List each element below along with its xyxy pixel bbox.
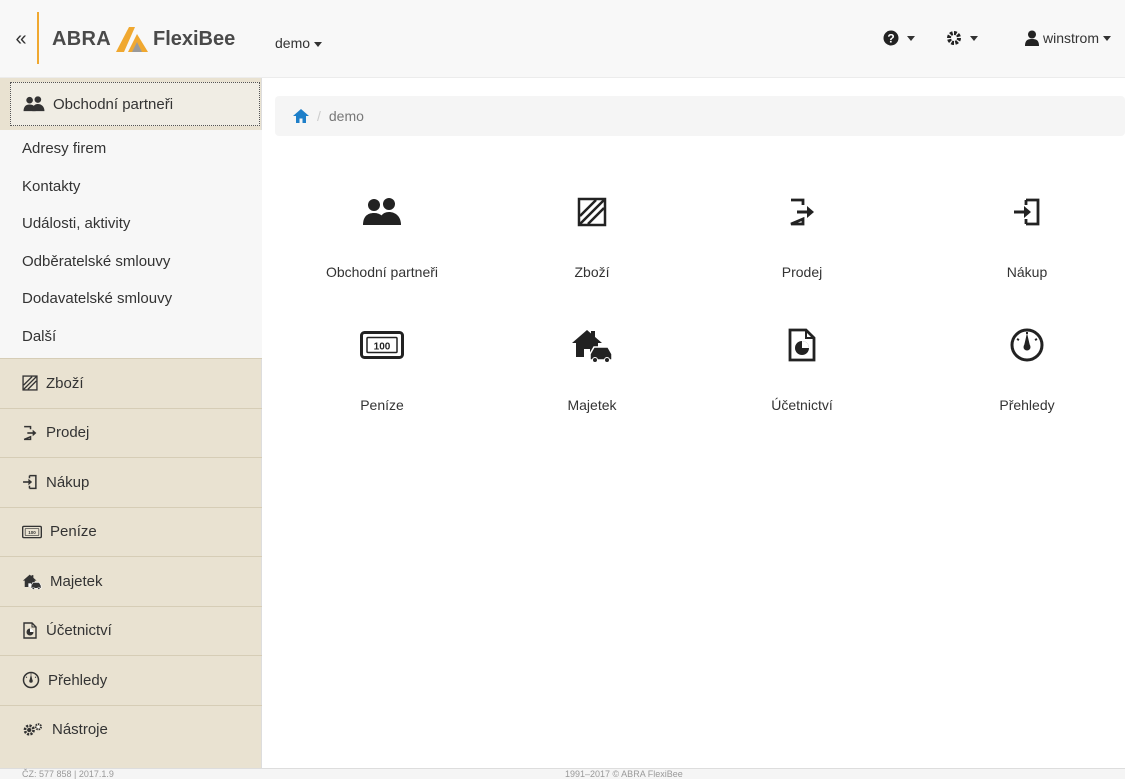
sidebar-item-ucetnictvi[interactable]: Účetnictví <box>0 605 262 656</box>
sidebar-item-nastroje[interactable]: Nástroje <box>0 704 262 755</box>
caret-down-icon <box>970 35 978 41</box>
tile-icon-wrap <box>267 325 497 365</box>
footer-copyright: 1991–2017 © ABRA FlexiBee <box>565 769 683 779</box>
tile-label: Peníze <box>360 397 404 413</box>
user-dropdown[interactable]: winstrom <box>1025 30 1112 46</box>
report-document-icon <box>22 622 38 639</box>
caret-down-icon <box>1103 35 1112 41</box>
caret-down-icon <box>907 35 915 41</box>
brand-mark-icon <box>115 27 148 52</box>
database-dropdown[interactable]: demo <box>275 35 323 51</box>
box-icon <box>577 197 607 227</box>
sidebar-item-zbozi[interactable]: Zboží <box>0 358 262 408</box>
username-label: winstrom <box>1043 30 1100 46</box>
breadcrumb-current: demo <box>328 108 364 124</box>
brand-flexibee-text: FlexiBee <box>152 27 236 50</box>
footer-version: ČZ: 577 858 | 2017.1.9 <box>22 769 114 779</box>
gear-icon <box>947 31 961 45</box>
cogs-icon <box>22 722 44 737</box>
sidebar-item-label: Peníze <box>50 523 97 541</box>
sidebar-item-label: Majetek <box>50 572 103 590</box>
brand-divider <box>37 12 39 64</box>
submenu-item-dalsi[interactable]: Další <box>0 318 262 356</box>
sidebar-item-label: Prodej <box>46 424 90 442</box>
brand-abra-text: ABRA <box>52 27 111 50</box>
tile-zbozi[interactable]: Zboží <box>477 192 707 280</box>
users-icon <box>23 96 45 112</box>
sign-out-icon <box>787 197 817 227</box>
sidebar-item-label: Přehledy <box>48 671 108 689</box>
home-icon[interactable] <box>293 109 309 123</box>
tile-obchodni-partneri[interactable]: Obchodní partneři <box>267 192 497 280</box>
tile-label: Obchodní partneři <box>325 264 439 280</box>
tile-icon-wrap <box>687 192 917 232</box>
dashboard-gauge-icon <box>22 671 40 689</box>
sign-in-icon <box>1012 197 1042 227</box>
sidebar-submenu: Adresy firem Kontakty Události, aktivity… <box>0 130 262 358</box>
question-circle-icon: ? <box>883 30 899 46</box>
submenu-item-odberatelske-smlouvy[interactable]: Odběratelské smlouvy <box>0 243 262 281</box>
submenu-item-udalosti[interactable]: Události, aktivity <box>0 205 262 243</box>
tile-label: Zboží <box>574 264 610 280</box>
money-icon <box>360 331 404 359</box>
breadcrumb-separator: / <box>317 108 321 124</box>
tile-icon-wrap <box>477 325 707 365</box>
tile-label: Účetnictví <box>771 397 833 413</box>
brand-logo[interactable]: ABRA FlexiBee <box>52 24 235 54</box>
sign-in-icon <box>22 474 38 490</box>
tile-ucetnictvi[interactable]: Účetnictví <box>687 325 917 413</box>
sidebar-item-nakup[interactable]: Nákup <box>0 457 262 507</box>
box-icon <box>22 375 38 391</box>
sidebar-item-label: Nákup <box>46 473 90 491</box>
tile-icon-wrap <box>912 325 1125 365</box>
report-document-icon <box>787 328 817 362</box>
database-label: demo <box>275 35 311 51</box>
tile-nakup[interactable]: Nákup <box>912 192 1125 280</box>
submenu-item-dodavatelske-smlouvy[interactable]: Dodavatelské smlouvy <box>0 280 262 318</box>
sidebar-item-majetek[interactable]: Majetek <box>0 556 262 606</box>
tile-prehledy[interactable]: Přehledy <box>912 325 1125 413</box>
tile-label: Majetek <box>567 397 617 413</box>
sidebar-item-label: Účetnictví <box>46 622 112 640</box>
submenu-item-kontakty[interactable]: Kontakty <box>0 168 262 206</box>
tile-label: Nákup <box>1006 264 1048 280</box>
tile-prodej[interactable]: Prodej <box>687 192 917 280</box>
user-icon <box>1025 30 1039 46</box>
svg-text:?: ? <box>887 32 894 46</box>
submenu-item-adresy-firem[interactable]: Adresy firem <box>0 130 262 168</box>
dashboard-gauge-icon <box>1009 327 1045 363</box>
sidebar-item-label: Nástroje <box>52 721 108 739</box>
sidebar-item-penize[interactable]: Peníze <box>0 506 262 557</box>
footer: ČZ: 577 858 | 2017.1.9 1991–2017 © ABRA … <box>0 768 1125 779</box>
tile-icon-wrap <box>687 325 917 365</box>
sign-out-icon <box>22 425 38 441</box>
house-car-icon <box>22 573 42 590</box>
sidebar-item-obchodni-partneri[interactable]: Obchodní partneři <box>10 82 260 126</box>
tile-label: Přehledy <box>999 397 1055 413</box>
sidebar-item-label: Obchodní partneři <box>53 95 174 113</box>
tile-majetek[interactable]: Majetek <box>477 325 707 413</box>
tile-label: Prodej <box>781 264 823 280</box>
tile-icon-wrap <box>267 192 497 232</box>
tile-penize[interactable]: Peníze <box>267 325 497 413</box>
tile-icon-wrap <box>477 192 707 232</box>
money-icon <box>22 525 42 539</box>
settings-dropdown[interactable] <box>946 30 978 46</box>
users-icon <box>362 198 402 226</box>
house-car-icon <box>570 327 614 363</box>
tile-icon-wrap <box>912 192 1125 232</box>
collapse-sidebar-button[interactable]: « <box>10 28 32 51</box>
caret-down-icon <box>314 41 323 47</box>
help-dropdown[interactable]: ? <box>883 30 915 46</box>
sidebar-item-prodej[interactable]: Prodej <box>0 407 262 458</box>
sidebar-item-prehledy[interactable]: Přehledy <box>0 655 262 705</box>
sidebar: Obchodní partneři Adresy firem Kontakty … <box>0 78 262 768</box>
breadcrumb: / demo <box>275 96 1125 136</box>
sidebar-item-label: Zboží <box>46 374 84 392</box>
top-navbar: « ABRA FlexiBee demo ? winstrom <box>0 0 1125 78</box>
